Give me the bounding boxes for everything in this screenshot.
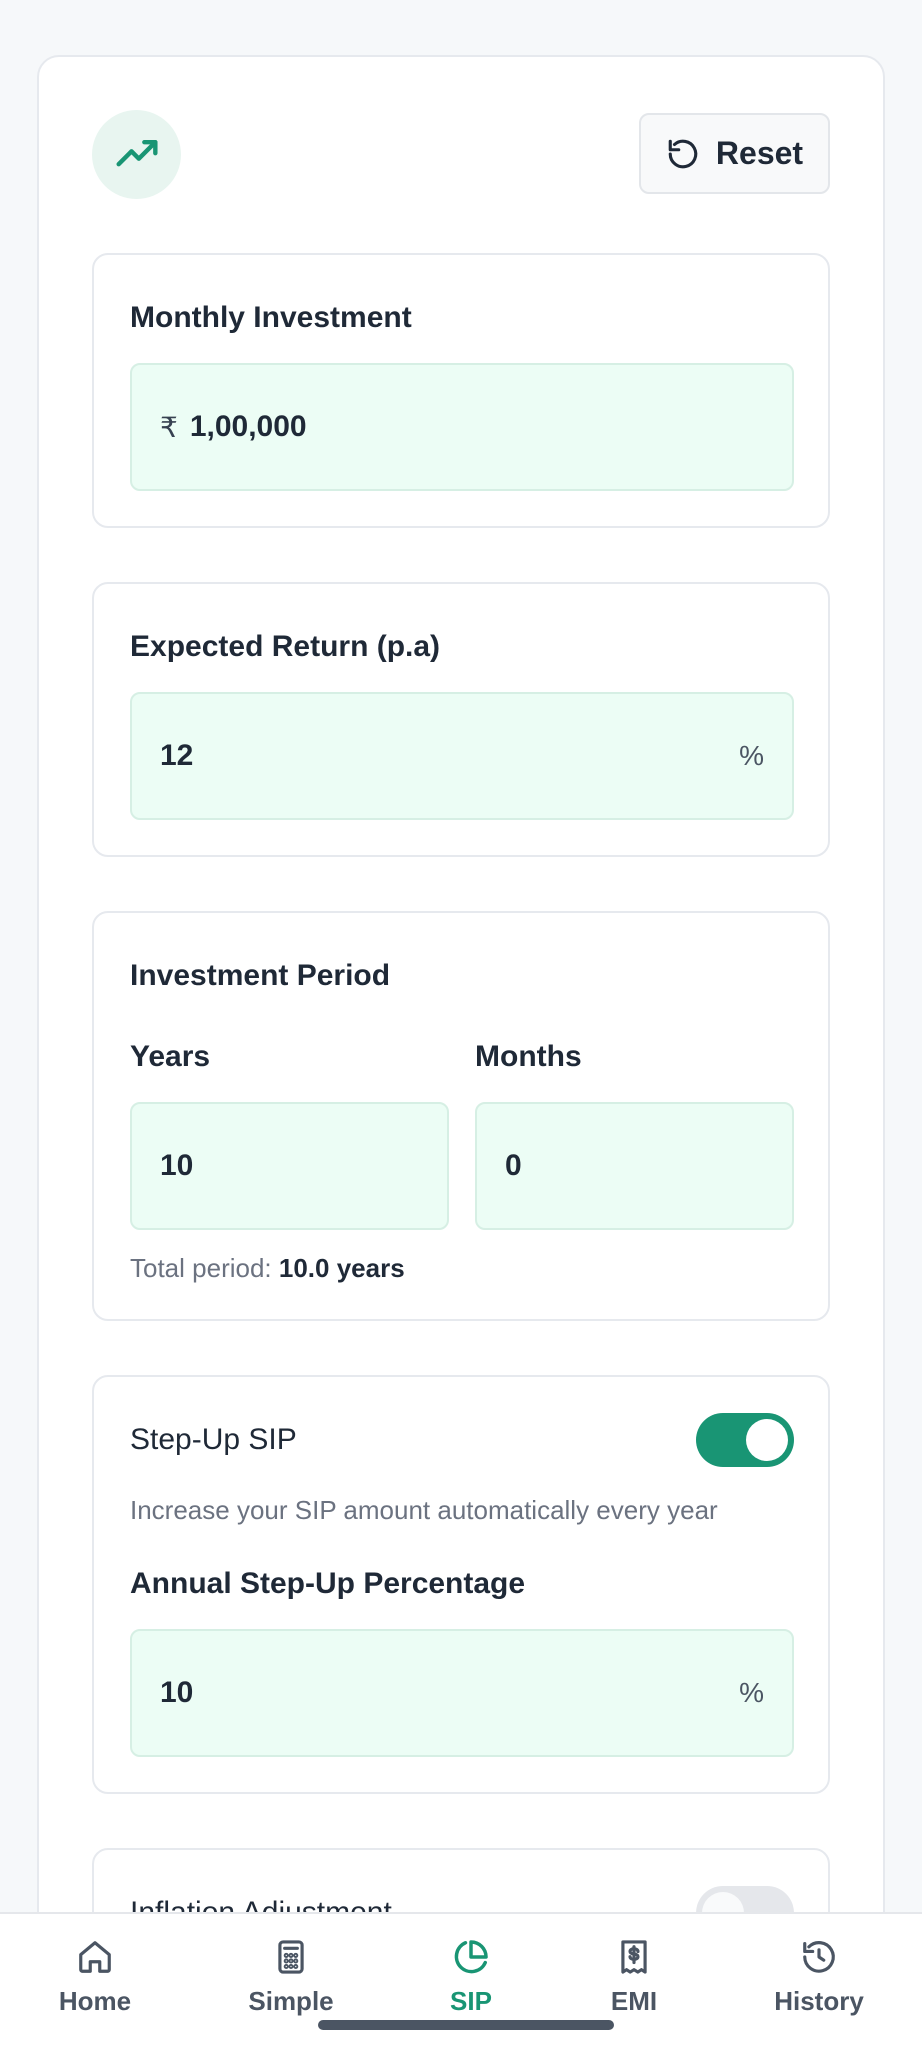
nav-label-emi: EMI (610, 1986, 658, 2016)
percent-suffix: % (739, 740, 764, 771)
total-period-prefix: Total period: (130, 1253, 272, 1283)
investment-period-label: Investment Period (130, 959, 391, 992)
step-up-percentage-value: 10 (160, 1676, 194, 1709)
total-period-text: Total period: 10.0 years (130, 1253, 405, 1284)
monthly-investment-label: Monthly Investment (130, 301, 412, 334)
monthly-investment-value: 1,00,000 (189, 410, 307, 443)
investment-period-section: Investment Period Years Months 10 0 Tota… (92, 911, 830, 1321)
percent-suffix: % (739, 1677, 764, 1708)
receipt-dollar-icon (621, 1940, 647, 1974)
nav-item-emi[interactable]: EMI (564, 1938, 704, 2028)
reset-label: Reset (715, 135, 804, 171)
years-input[interactable]: 10 (130, 1102, 449, 1230)
months-value: 0 (505, 1149, 522, 1182)
monthly-investment-input[interactable]: ₹ 1,00,000 (130, 363, 794, 491)
annual-step-up-label: Annual Step-Up Percentage (130, 1567, 526, 1600)
step-up-percentage-input[interactable]: 10 % (130, 1629, 794, 1757)
months-label: Months (475, 1040, 582, 1073)
nav-item-sip[interactable]: SIP (401, 1938, 541, 2028)
expected-return-input[interactable]: 12 % (130, 692, 794, 820)
history-icon (803, 1941, 835, 1973)
total-period-value: 10.0 years (278, 1253, 405, 1283)
rupee-symbol: ₹ (160, 411, 178, 443)
home-icon (79, 1941, 111, 1973)
expected-return-section: Expected Return (p.a) 12 % (92, 582, 830, 857)
months-input[interactable]: 0 (475, 1102, 794, 1230)
nav-label-simple: Simple (248, 1986, 334, 2016)
years-label: Years (130, 1040, 211, 1073)
sip-calculator-screen: Reset Monthly Investment ₹ 1,00,000 Expe… (0, 0, 922, 2048)
nav-label-sip: SIP (450, 1986, 492, 2016)
step-up-sip-label: Step-Up SIP (130, 1423, 297, 1456)
years-value: 10 (160, 1149, 194, 1182)
toggle-knob (746, 1419, 788, 1461)
nav-item-history[interactable]: History (749, 1938, 889, 2028)
step-up-toggle[interactable] (696, 1413, 794, 1467)
reset-button[interactable]: Reset (639, 113, 830, 194)
nav-item-simple[interactable]: Simple (221, 1938, 361, 2028)
home-indicator[interactable] (318, 2020, 614, 2030)
nav-label-history: History (774, 1986, 864, 2016)
nav-item-home[interactable]: Home (25, 1938, 165, 2028)
calculator-icon (278, 1940, 304, 1974)
trending-up-icon (92, 110, 181, 199)
reset-icon (668, 139, 698, 168)
monthly-investment-section: Monthly Investment ₹ 1,00,000 (92, 253, 830, 528)
step-up-sip-section: Step-Up SIP Increase your SIP amount aut… (92, 1375, 830, 1794)
pie-chart-icon (454, 1940, 488, 1974)
nav-label-home: Home (58, 1986, 132, 2016)
expected-return-value: 12 (160, 739, 194, 772)
expected-return-label: Expected Return (p.a) (130, 630, 441, 663)
step-up-description: Increase your SIP amount automatically e… (130, 1495, 718, 1525)
